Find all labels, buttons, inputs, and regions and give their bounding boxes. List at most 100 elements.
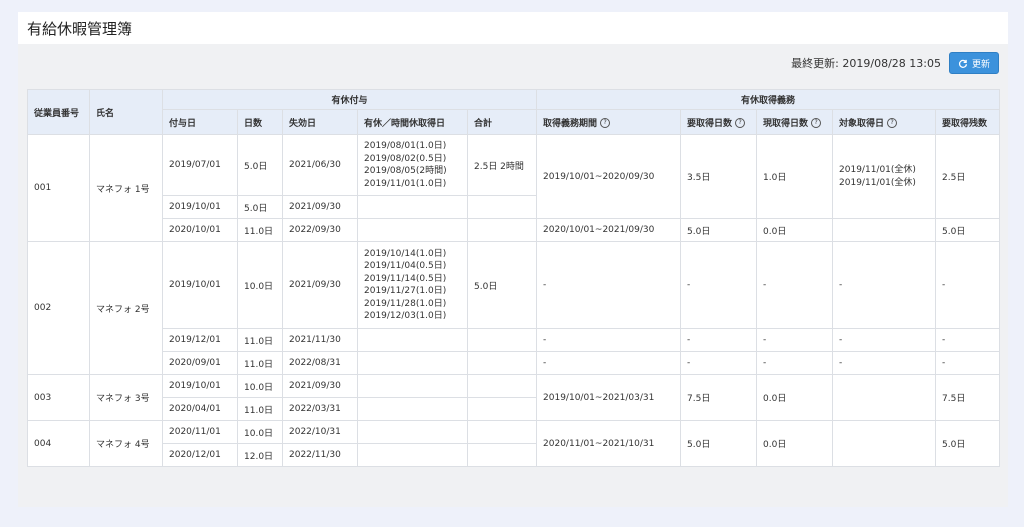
expiry-cell: 2021/06/30 (282, 134, 358, 196)
leave-dates-cell (357, 195, 468, 219)
page: 有給休暇管理簿 最終更新: 2019/08/28 13:05 更新 従業員番号 (18, 12, 1008, 507)
emp-name-cell: マネフォ 4号 (89, 420, 163, 467)
expiry-cell: 2021/09/30 (282, 195, 358, 219)
total-cell (466, 374, 538, 398)
header-group-grant: 有休付与 (161, 89, 538, 110)
header-target-dates: 対象取得日? (832, 109, 937, 135)
update-bar: 最終更新: 2019/08/28 13:05 更新 (791, 52, 999, 74)
total-cell (466, 397, 538, 421)
days-cell: 12.0日 (237, 443, 283, 467)
header-required-days: 要取得日数? (680, 109, 758, 135)
header-employee-no: 従業員番号 (27, 89, 90, 135)
target-dates-cell: 2019/11/01(全休) 2019/11/01(全休) (832, 134, 937, 219)
days-cell: 11.0日 (237, 218, 283, 242)
days-cell: 10.0日 (237, 374, 283, 398)
current-days-cell: 0.0日 (756, 218, 834, 242)
header-name: 氏名 (89, 89, 163, 135)
required-days-cell: 3.5日 (680, 134, 758, 219)
leave-dates-cell (357, 397, 468, 421)
table-row: 003 マネフォ 3号 2019/10/01 10.0日 2021/09/30 … (27, 374, 1001, 421)
total-cell (466, 351, 538, 375)
grant-date-cell: 2019/10/01 (162, 374, 238, 398)
target-dates-cell: - (832, 328, 937, 352)
obligation-period-cell: - (536, 241, 682, 329)
leave-dates-cell: 2019/10/14(1.0日) 2019/11/04(0.5日) 2019/1… (357, 241, 468, 329)
obligation-period-cell: 2019/10/01~2020/09/30 (536, 134, 682, 219)
days-cell: 11.0日 (237, 397, 283, 421)
emp-name-cell: マネフォ 2号 (89, 241, 163, 375)
days-cell: 11.0日 (237, 351, 283, 375)
table-row: 004 マネフォ 4号 2020/11/01 10.0日 2022/10/31 … (27, 420, 1001, 467)
current-days-cell: 0.0日 (756, 420, 834, 467)
expiry-cell: 2022/03/31 (282, 397, 358, 421)
update-button[interactable]: 更新 (948, 52, 999, 74)
emp-no-cell: 001 (27, 134, 90, 242)
current-days-cell: 0.0日 (756, 374, 834, 421)
leave-dates-cell (357, 374, 468, 398)
leave-dates-cell (357, 351, 468, 375)
obligation-period-cell: - (536, 351, 682, 375)
remaining-days-cell: - (935, 351, 1001, 375)
header-expiry-date: 失効日 (282, 109, 358, 135)
remaining-days-cell: 7.5日 (935, 374, 1001, 421)
obligation-period-cell: 2020/10/01~2021/09/30 (536, 218, 682, 242)
target-dates-cell (832, 218, 937, 242)
grant-date-cell: 2019/07/01 (162, 134, 238, 196)
current-days-cell: - (756, 241, 834, 329)
grant-date-cell: 2020/11/01 (162, 420, 238, 444)
total-cell: 2.5日 2時間 (466, 134, 538, 196)
update-button-label: 更新 (971, 59, 990, 70)
grant-date-cell: 2020/04/01 (162, 397, 238, 421)
page-title: 有給休暇管理簿 (27, 20, 133, 38)
emp-no-cell: 003 (27, 374, 90, 421)
remaining-days-cell: 5.0日 (935, 420, 1001, 467)
required-days-cell: 7.5日 (680, 374, 758, 421)
expiry-cell: 2022/08/31 (282, 351, 358, 375)
days-cell: 10.0日 (237, 420, 283, 444)
refresh-icon (958, 59, 968, 68)
required-days-cell: 5.0日 (680, 218, 758, 242)
total-cell (466, 443, 538, 467)
total-cell (466, 195, 538, 219)
emp-no-cell: 002 (27, 241, 90, 375)
total-cell (466, 328, 538, 352)
emp-name-cell: マネフォ 3号 (89, 374, 163, 421)
obligation-period-cell: 2019/10/01~2021/03/31 (536, 374, 682, 421)
expiry-cell: 2021/09/30 (282, 241, 358, 329)
leave-dates-cell: 2019/08/01(1.0日) 2019/08/02(0.5日) 2019/0… (357, 134, 468, 196)
days-cell: 5.0日 (237, 195, 283, 219)
question-circle-icon[interactable]: ? (811, 118, 822, 128)
grant-date-cell: 2020/09/01 (162, 351, 238, 375)
current-days-cell: - (756, 328, 834, 352)
table-row: 002 マネフォ 2号 2019/10/01 10.0日 2021/09/30 … (27, 241, 1001, 375)
emp-name-cell: マネフォ 1号 (89, 134, 163, 242)
header-remaining-days: 要取得残数 (935, 109, 1001, 135)
table-row: 001 マネフォ 1号 2019/07/01 5.0日 2021/06/30 2… (27, 134, 1001, 242)
question-circle-icon[interactable]: ? (735, 118, 746, 128)
content-area: 最終更新: 2019/08/28 13:05 更新 従業員番号 氏名 有休付与 (18, 44, 1008, 507)
expiry-cell: 2022/10/31 (282, 420, 358, 444)
title-bar: 有給休暇管理簿 (18, 12, 1008, 44)
current-days-cell: - (756, 351, 834, 375)
required-days-cell: 5.0日 (680, 420, 758, 467)
remaining-days-cell: - (935, 241, 1001, 329)
grant-date-cell: 2020/12/01 (162, 443, 238, 467)
leave-dates-cell (357, 328, 468, 352)
question-circle-icon[interactable]: ? (887, 118, 898, 128)
required-days-cell: - (680, 328, 758, 352)
remaining-days-cell: 2.5日 (935, 134, 1001, 219)
table-row: 2020/09/01 11.0日 2022/08/31 - - - - - (28, 351, 1001, 375)
days-cell: 11.0日 (237, 328, 283, 352)
required-days-cell: - (680, 351, 758, 375)
header-group-obligation: 有休取得義務 (536, 89, 1001, 110)
last-updated-text: 最終更新: 2019/08/28 13:05 (791, 57, 941, 70)
question-circle-icon[interactable]: ? (600, 118, 611, 128)
expiry-cell: 2021/09/30 (282, 374, 358, 398)
target-dates-cell (832, 374, 937, 421)
total-cell (466, 420, 538, 444)
days-cell: 10.0日 (237, 241, 283, 329)
header-current-days: 現取得日数? (756, 109, 834, 135)
remaining-days-cell: 5.0日 (935, 218, 1001, 242)
expiry-cell: 2021/11/30 (282, 328, 358, 352)
total-cell (466, 218, 538, 242)
